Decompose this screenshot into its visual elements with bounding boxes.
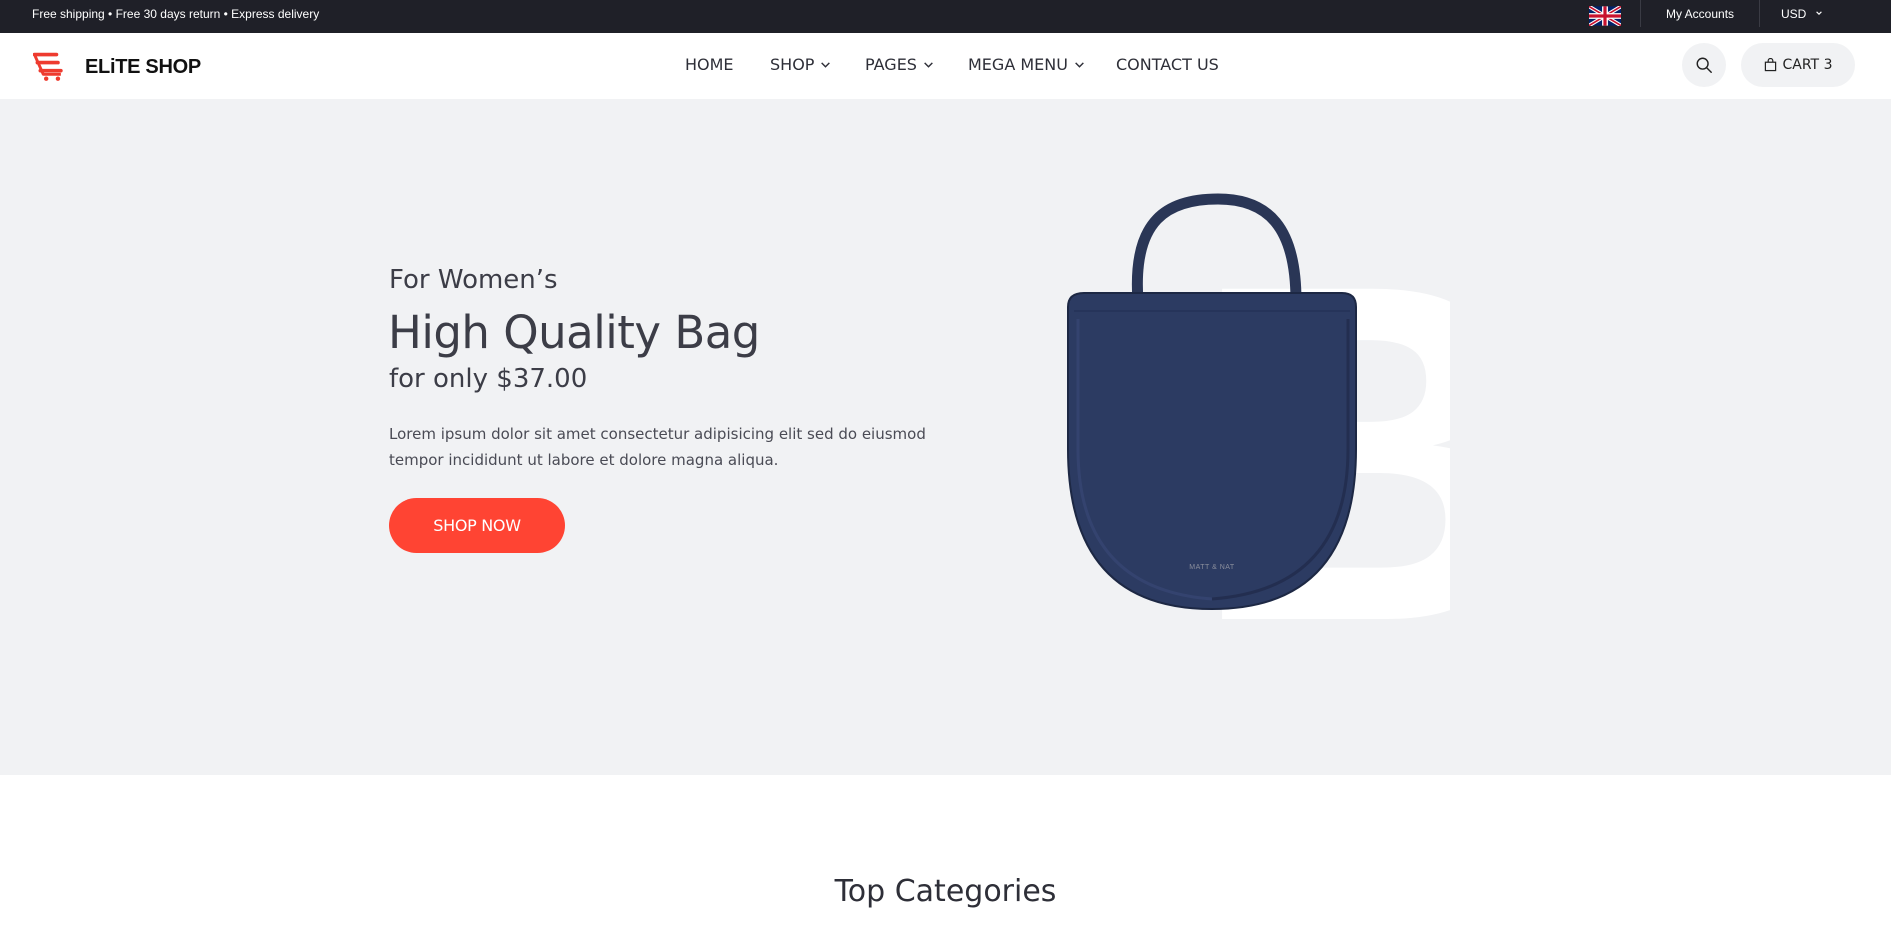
promo-text: Free shipping • Free 30 days return • Ex…	[32, 7, 320, 21]
hero-banner: For Women’s High Quality Bag for only $3…	[0, 99, 1891, 775]
nav-shop[interactable]: SHOP	[770, 55, 831, 74]
section-title-top-categories: Top Categories	[834, 874, 1057, 909]
nav-mega-menu[interactable]: MEGA MENU	[968, 55, 1085, 74]
my-accounts-link[interactable]: My Accounts	[1666, 7, 1734, 21]
nav-home[interactable]: HOME	[685, 55, 734, 74]
logo-cart-icon[interactable]	[33, 47, 77, 87]
bag-brand-text: MATT & NAT	[1189, 564, 1235, 571]
nav-label: SHOP	[770, 55, 815, 74]
hero-subtitle: For Women’s	[389, 265, 558, 295]
search-button[interactable]	[1682, 43, 1726, 87]
hero-description: Lorem ipsum dolor sit amet consectetur a…	[389, 425, 926, 469]
shopping-bag-icon	[1764, 58, 1776, 72]
chevron-down-icon	[924, 62, 933, 68]
topbar-divider	[1759, 0, 1760, 27]
topbar-divider	[1640, 0, 1641, 27]
nav-contact-us[interactable]: CONTACT US	[1116, 55, 1219, 74]
nav-label: CONTACT US	[1116, 55, 1219, 74]
hero-title: High Quality Bag	[388, 306, 760, 359]
chevron-down-icon	[1816, 11, 1822, 15]
logo-text[interactable]: ELiTE SHOP	[85, 56, 201, 79]
main-header: ELiTE SHOP HOME SHOP PAGES MEGA MENU CON…	[0, 33, 1891, 99]
nav-label: PAGES	[865, 55, 917, 74]
nav-label: MEGA MENU	[968, 55, 1068, 74]
uk-flag-icon[interactable]	[1589, 6, 1621, 26]
chevron-down-icon	[821, 62, 831, 68]
nav-pages[interactable]: PAGES	[865, 55, 934, 74]
currency-selector[interactable]: USD	[1781, 7, 1806, 21]
nav-label: HOME	[685, 55, 734, 74]
top-bar: Free shipping • Free 30 days return • Ex…	[0, 0, 1891, 33]
hero-price: for only $37.00	[389, 364, 588, 394]
cart-button[interactable]: CART 3	[1741, 43, 1855, 87]
search-icon	[1696, 57, 1712, 73]
chevron-down-icon	[1075, 62, 1084, 68]
cart-label: CART 3	[1782, 57, 1833, 73]
shop-now-button[interactable]: SHOP NOW	[389, 498, 565, 553]
hero-product-image[interactable]: B MATT & NAT	[1050, 189, 1450, 649]
